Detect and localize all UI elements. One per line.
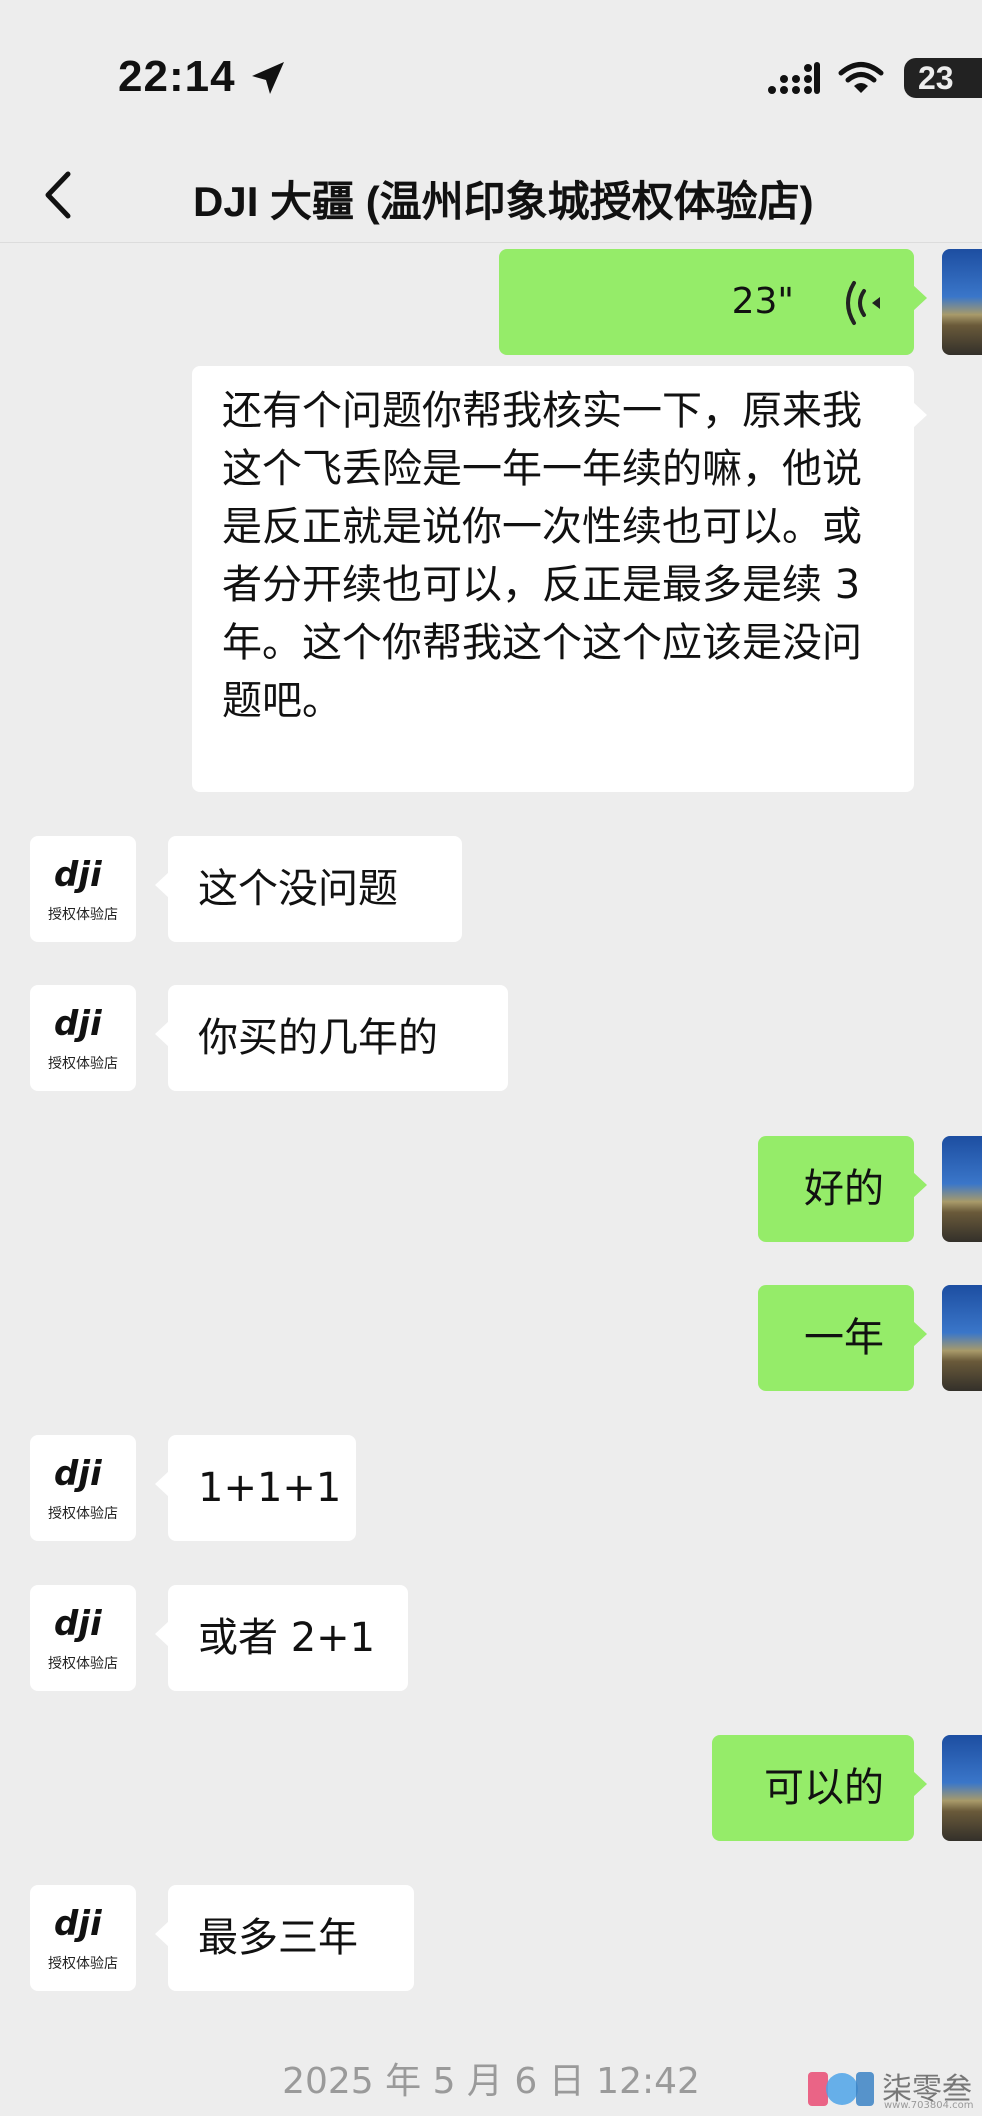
- dji-logo-icon: dji: [54, 1004, 103, 1043]
- svg-text:dji: dji: [54, 1004, 103, 1043]
- message-bubble-long[interactable]: 还有个问题你帮我核实一下，原来我这个飞丢险是一年一年续的嘛，他说是反正就是说你一…: [192, 366, 927, 792]
- watermark-url: www.703804.com: [884, 2100, 974, 2111]
- svg-text:dji: dji: [54, 1604, 103, 1643]
- message-text: 还有个问题你帮我核实一下，原来我这个飞丢险是一年一年续的嘛，他说是反正就是说你一…: [222, 388, 862, 724]
- user-avatar[interactable]: [942, 249, 982, 355]
- status-bar: 22:14 23: [0, 0, 982, 150]
- dji-logo-icon: dji: [54, 1604, 103, 1643]
- message-bubble-incoming[interactable]: 1+1+1: [155, 1435, 356, 1541]
- message-text: 这个没问题: [198, 866, 398, 912]
- message-text: 或者 2+1: [198, 1615, 376, 1661]
- message-bubble-incoming[interactable]: 你买的几年的: [155, 985, 508, 1091]
- status-time: 22:14: [118, 52, 236, 101]
- user-avatar[interactable]: [942, 1735, 982, 1841]
- dji-logo-icon: dji: [54, 855, 103, 894]
- dji-logo-icon: dji: [54, 1454, 103, 1493]
- divider: [0, 242, 982, 243]
- message-text: 最多三年: [198, 1915, 358, 1961]
- dji-avatar-caption: 授权体验店: [48, 1956, 118, 1972]
- svg-text:dji: dji: [54, 855, 103, 894]
- dji-store-avatar[interactable]: dji 授权体验店: [30, 1585, 136, 1691]
- signal-icon: [768, 62, 820, 94]
- dji-store-avatar[interactable]: dji 授权体验店: [30, 985, 136, 1091]
- message-text: 可以的: [764, 1765, 884, 1811]
- chevron-left-icon[interactable]: [30, 160, 90, 230]
- message-text: 你买的几年的: [198, 1015, 438, 1061]
- wifi-icon: [838, 62, 884, 93]
- watermark-logo-icon: [808, 2072, 874, 2106]
- dji-avatar-caption: 授权体验店: [48, 1656, 118, 1672]
- watermark: 柒零叁 www.703804.com: [806, 2062, 982, 2116]
- dji-store-avatar[interactable]: dji 授权体验店: [30, 1435, 136, 1541]
- nav-bar: DJI 大疆 (温州印象城授权体验店): [0, 150, 982, 244]
- voice-message-bubble[interactable]: 23": [499, 249, 927, 355]
- dji-avatar-caption: 授权体验店: [48, 1506, 118, 1522]
- message-bubble-incoming[interactable]: 最多三年: [155, 1885, 414, 1991]
- chat-title: DJI 大疆 (温州印象城授权体验店): [193, 178, 814, 225]
- dji-avatar-caption: 授权体验店: [48, 907, 118, 923]
- dji-logo-icon: dji: [54, 1904, 103, 1943]
- dji-avatar-caption: 授权体验店: [48, 1056, 118, 1072]
- battery-icon: 23: [904, 58, 982, 98]
- message-text: 一年: [804, 1315, 884, 1361]
- message-bubble-outgoing[interactable]: 一年: [758, 1285, 927, 1391]
- user-avatar[interactable]: [942, 1285, 982, 1391]
- dji-store-avatar[interactable]: dji 授权体验店: [30, 1885, 136, 1991]
- message-bubble-outgoing[interactable]: 可以的: [712, 1735, 927, 1841]
- user-avatar[interactable]: [942, 1136, 982, 1242]
- svg-text:dji: dji: [54, 1904, 103, 1943]
- message-text: 好的: [804, 1166, 884, 1212]
- message-bubble-outgoing[interactable]: 好的: [758, 1136, 927, 1242]
- svg-text:dji: dji: [54, 1454, 103, 1493]
- dji-store-avatar[interactable]: dji 授权体验店: [30, 836, 136, 942]
- location-arrow-icon: [252, 62, 284, 94]
- voice-wave-icon: [846, 281, 880, 325]
- message-bubble-incoming[interactable]: 这个没问题: [155, 836, 462, 942]
- message-bubble-incoming[interactable]: 或者 2+1: [155, 1585, 408, 1691]
- voice-duration: 23": [731, 281, 794, 322]
- message-text: 1+1+1: [198, 1465, 342, 1511]
